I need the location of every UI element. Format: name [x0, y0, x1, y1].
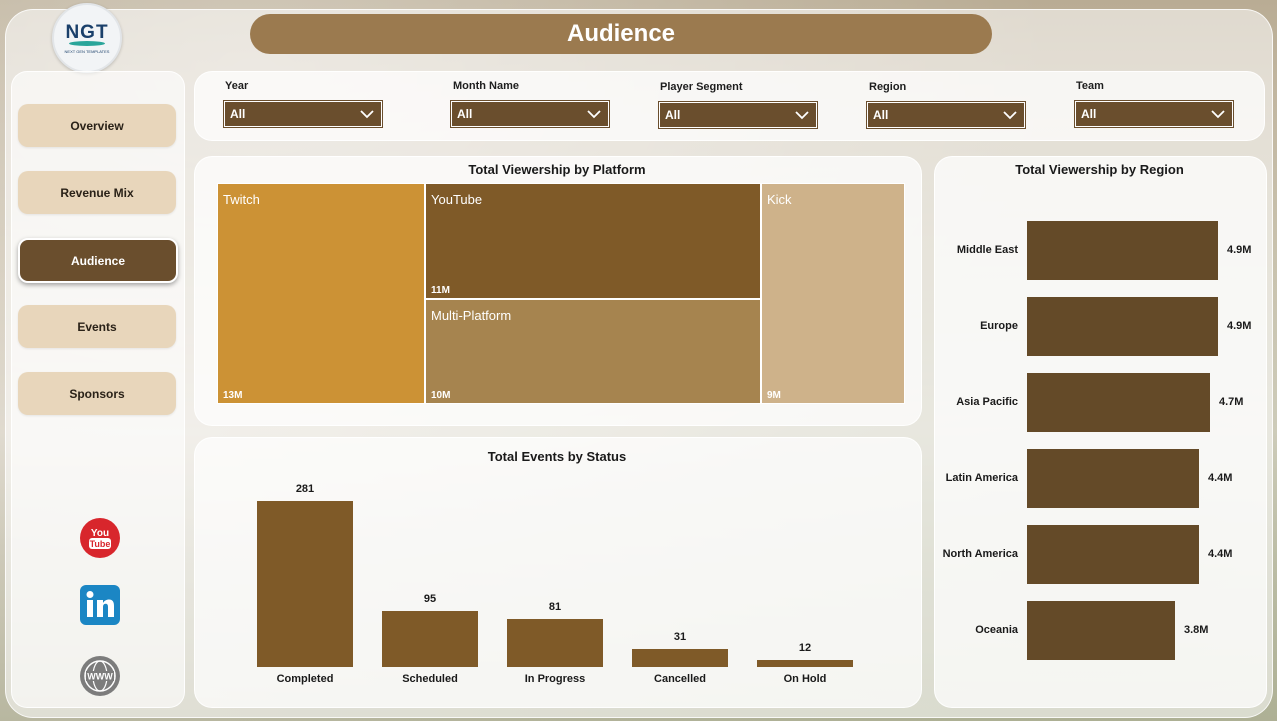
bar-value-label: 81	[548, 601, 562, 613]
bar-completed	[257, 501, 353, 667]
treemap-label: Kick	[767, 192, 792, 207]
bar-value-label: 281	[295, 483, 315, 495]
y-axis-label: Europe	[980, 319, 1018, 332]
region-bar-oceania	[1027, 601, 1175, 660]
region-bar-europe	[1027, 297, 1218, 356]
nav-overview-button[interactable]: Overview	[18, 104, 176, 147]
bar-value-label: 4.4M	[1208, 471, 1233, 484]
team-dropdown-value: All	[1081, 107, 1097, 121]
bar-on-hold	[757, 660, 853, 667]
bar-value-label: 4.7M	[1219, 395, 1244, 408]
svg-text:WWW: WWW	[87, 672, 113, 682]
region-bar-latin-america	[1027, 449, 1199, 508]
treemap-label: YouTube	[431, 192, 483, 207]
month-dropdown-value: All	[457, 107, 473, 121]
nav-events-button[interactable]: Events	[18, 305, 176, 348]
bar-cancelled	[632, 649, 728, 667]
nav-revenue-mix-button[interactable]: Revenue Mix	[18, 171, 176, 214]
treemap-value: 13M	[223, 390, 243, 401]
svg-text:You: You	[91, 528, 109, 539]
month-dropdown[interactable]: All	[451, 101, 609, 127]
page-title: Audience	[250, 14, 992, 54]
bar-value-label: 4.4M	[1208, 547, 1233, 560]
treemap-label: Multi-Platform	[431, 308, 512, 323]
logo-text: NGT	[65, 21, 109, 43]
treemap-cell-youtube: YouTube 11M	[425, 183, 761, 299]
treemap-value: 10M	[431, 390, 451, 401]
region-dropdown[interactable]: All	[867, 102, 1025, 128]
year-dropdown[interactable]: All	[224, 101, 382, 127]
chevron-down-icon	[587, 110, 601, 119]
events-chart-title: Total Events by Status	[487, 449, 627, 464]
player-segment-dropdown[interactable]: All	[659, 102, 817, 128]
chevron-down-icon	[1003, 111, 1017, 120]
filter-label-month: Month Name	[453, 80, 519, 92]
y-axis-label: Oceania	[975, 623, 1018, 636]
x-axis-label: Cancelled	[654, 673, 706, 685]
x-axis-label: Scheduled	[402, 673, 458, 685]
treemap-value: 9M	[767, 390, 781, 401]
region-bar-asia-pacific	[1027, 373, 1210, 432]
chevron-down-icon	[1211, 110, 1225, 119]
x-axis-label: Completed	[276, 673, 334, 685]
treemap-value: 11M	[431, 285, 450, 296]
chevron-down-icon	[795, 111, 809, 120]
y-axis-label: Latin America	[945, 471, 1018, 484]
bar-value-label: 3.8M	[1184, 623, 1209, 636]
region-dropdown-value: All	[873, 108, 889, 122]
chevron-down-icon	[360, 110, 374, 119]
x-axis-label: In Progress	[524, 673, 586, 685]
svg-text:Tube: Tube	[90, 539, 111, 549]
team-dropdown[interactable]: All	[1075, 101, 1233, 127]
filter-label-region: Region	[869, 81, 907, 93]
logo-swoosh	[69, 40, 105, 46]
logo-subtext: NEXT GEN TEMPLATES	[64, 48, 110, 54]
company-logo: NGT NEXT GEN TEMPLATES	[52, 3, 122, 73]
bar-value-label: 4.9M	[1227, 243, 1252, 256]
treemap-cell-twitch: Twitch 13M	[217, 183, 425, 404]
bar-scheduled	[382, 611, 478, 667]
nav-sponsors-button[interactable]: Sponsors	[18, 372, 176, 415]
player-segment-dropdown-value: All	[665, 108, 681, 122]
treemap-label: Twitch	[223, 192, 260, 207]
y-axis-label: North America	[942, 547, 1018, 560]
region-bar-middle-east	[1027, 221, 1218, 280]
linkedin-icon[interactable]	[79, 584, 121, 626]
x-axis-label: On Hold	[783, 673, 827, 685]
bar-value-label: 12	[798, 642, 812, 654]
bar-value-label: 4.9M	[1227, 319, 1252, 332]
youtube-icon[interactable]: You Tube	[79, 517, 121, 559]
region-bar-north-america	[1027, 525, 1199, 584]
filter-label-year: Year	[225, 80, 249, 92]
bar-value-label: 95	[423, 593, 437, 605]
treemap-cell-multi-platform: Multi-Platform 10M	[425, 299, 761, 404]
y-axis-label: Middle East	[956, 243, 1018, 256]
filter-label-team: Team	[1076, 80, 1104, 92]
platform-chart-title: Total Viewership by Platform	[468, 162, 646, 177]
y-axis-label: Asia Pacific	[956, 395, 1018, 408]
filter-label-player-segment: Player Segment	[660, 81, 743, 93]
nav-audience-button[interactable]: Audience	[18, 238, 178, 283]
bar-in-progress	[507, 619, 603, 667]
www-icon[interactable]: WWW	[79, 655, 121, 697]
year-dropdown-value: All	[230, 107, 246, 121]
bar-value-label: 31	[673, 631, 687, 643]
treemap-cell-kick: Kick 9M	[761, 183, 905, 404]
region-chart-title: Total Viewership by Region	[1015, 162, 1184, 177]
